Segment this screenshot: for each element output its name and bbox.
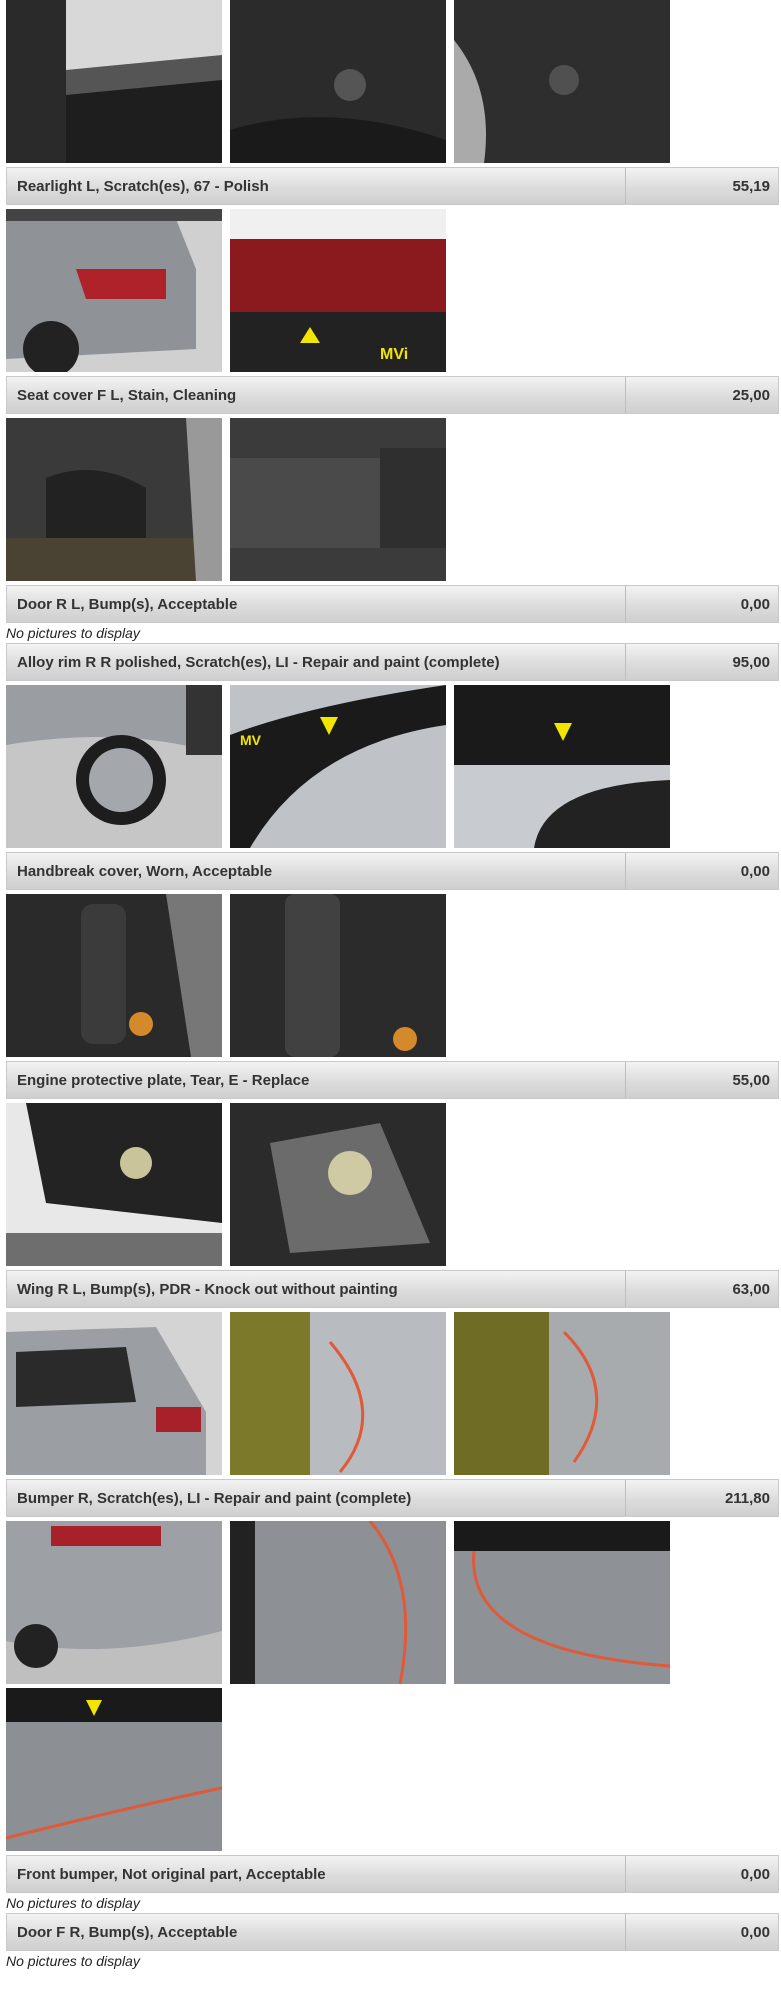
- damage-description: Door R L, Bump(s), Acceptable: [7, 586, 626, 622]
- damage-row[interactable]: Engine protective plate, Tear, E - Repla…: [6, 1061, 779, 1099]
- damage-price: 95,00: [732, 653, 770, 671]
- photo-row: MV: [0, 685, 781, 848]
- damage-photo[interactable]: [230, 418, 446, 581]
- damage-photo[interactable]: [454, 0, 670, 163]
- damage-photo[interactable]: [6, 1312, 222, 1475]
- svg-text:MV: MV: [240, 732, 262, 748]
- photo-row: [0, 894, 781, 1057]
- damage-photo[interactable]: [230, 1521, 446, 1684]
- svg-text:MVi: MVi: [380, 346, 408, 363]
- damage-photo[interactable]: [6, 1688, 222, 1851]
- damage-photo[interactable]: [6, 894, 222, 1057]
- damage-photo[interactable]: [6, 685, 222, 848]
- photo-row: [0, 1103, 781, 1266]
- damage-description: Bumper R, Scratch(es), LI - Repair and p…: [7, 1480, 626, 1516]
- damage-row[interactable]: Seat cover F L, Stain, Cleaning 25,00: [6, 376, 779, 414]
- damage-photo[interactable]: [6, 1103, 222, 1266]
- damage-photo[interactable]: [6, 418, 222, 581]
- damage-photo[interactable]: [230, 894, 446, 1057]
- damage-photo[interactable]: [454, 1521, 670, 1684]
- no-pictures-note: No pictures to display: [6, 625, 140, 641]
- damage-description: Handbreak cover, Worn, Acceptable: [7, 853, 626, 889]
- no-pictures-note: No pictures to display: [6, 1895, 140, 1911]
- photo-row: [0, 418, 781, 581]
- damage-price: 55,00: [732, 1071, 770, 1089]
- damage-price: 25,00: [732, 386, 770, 404]
- damage-description: Seat cover F L, Stain, Cleaning: [7, 377, 626, 413]
- damage-description: Wing R L, Bump(s), PDR - Knock out witho…: [7, 1271, 626, 1307]
- damage-description: Rearlight L, Scratch(es), 67 - Polish: [7, 168, 626, 204]
- damage-price: 211,80: [724, 1489, 770, 1507]
- damage-photo[interactable]: [230, 1103, 446, 1266]
- damage-photo[interactable]: MVi: [230, 209, 446, 372]
- damage-description: Front bumper, Not original part, Accepta…: [7, 1856, 626, 1892]
- damage-description: Engine protective plate, Tear, E - Repla…: [7, 1062, 626, 1098]
- photo-row: [0, 1688, 781, 1851]
- damage-photo[interactable]: [454, 1312, 670, 1475]
- damage-photo[interactable]: [454, 685, 670, 848]
- damage-photo[interactable]: [6, 1521, 222, 1684]
- damage-row[interactable]: Wing R L, Bump(s), PDR - Knock out witho…: [6, 1270, 779, 1308]
- photo-row: [0, 0, 781, 163]
- damage-price: 0,00: [740, 595, 770, 613]
- damage-row[interactable]: Alloy rim R R polished, Scratch(es), LI …: [6, 643, 779, 681]
- damage-price: 0,00: [740, 862, 770, 880]
- photo-row: MVi: [0, 209, 781, 372]
- damage-photo[interactable]: [6, 209, 222, 372]
- damage-photo[interactable]: [230, 0, 446, 163]
- damage-photo[interactable]: [230, 1312, 446, 1475]
- damage-price: 63,00: [732, 1280, 770, 1298]
- photo-row: [0, 1521, 781, 1684]
- no-pictures-note: No pictures to display: [6, 1953, 140, 1969]
- damage-description: Alloy rim R R polished, Scratch(es), LI …: [7, 644, 626, 680]
- damage-row[interactable]: Front bumper, Not original part, Accepta…: [6, 1855, 779, 1893]
- damage-row[interactable]: Door F R, Bump(s), Acceptable 0,00: [6, 1913, 779, 1951]
- damage-row[interactable]: Handbreak cover, Worn, Acceptable 0,00: [6, 852, 779, 890]
- damage-row[interactable]: Bumper R, Scratch(es), LI - Repair and p…: [6, 1479, 779, 1517]
- damage-price: 0,00: [740, 1865, 770, 1883]
- damage-row[interactable]: Rearlight L, Scratch(es), 67 - Polish 55…: [6, 167, 779, 205]
- photo-row: [0, 1312, 781, 1475]
- damage-description: Door F R, Bump(s), Acceptable: [7, 1914, 626, 1950]
- damage-photo[interactable]: [6, 0, 222, 163]
- damage-row[interactable]: Door R L, Bump(s), Acceptable 0,00: [6, 585, 779, 623]
- damage-price: 0,00: [740, 1923, 770, 1941]
- damage-price: 55,19: [732, 177, 770, 195]
- damage-photo[interactable]: MV: [230, 685, 446, 848]
